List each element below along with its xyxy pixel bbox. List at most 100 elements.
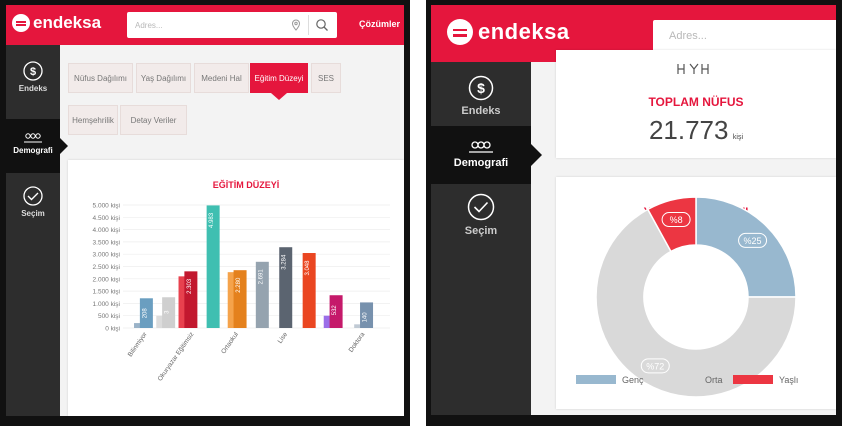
age-ratio-donut-chart: YAŞLI/GENÇ ORANI%25%72%8GençOrtaYaşlı — [576, 196, 798, 398]
solutions-menu[interactable]: Çözümler — [359, 19, 400, 29]
bar-value-label: 208 — [142, 308, 148, 319]
active-arrow — [531, 144, 542, 166]
brand-name: endeksa — [33, 13, 102, 32]
svg-text:$: $ — [477, 80, 485, 96]
location-pin-icon[interactable] — [290, 19, 302, 31]
search-input-right[interactable]: Adres... — [653, 20, 836, 52]
nav-secim[interactable]: Seçim — [6, 185, 60, 218]
legend-swatch — [733, 375, 773, 384]
people-icon — [24, 133, 42, 143]
slice-label-text: %72 — [646, 361, 664, 371]
education-bar-chart: EĞİTİM DÜZEYİ 0 kişi 500 kişi 1.000 kişi 1.5… — [93, 179, 390, 382]
x-tick-label: Ortaokul — [220, 331, 240, 356]
y-tick-label: 4.000 kişi — [93, 227, 120, 234]
tab-hemsehrilik[interactable]: Hemşehrilik — [68, 105, 118, 135]
nav-secim[interactable]: Seçim — [431, 192, 531, 237]
search-placeholder: Adres... — [669, 30, 707, 42]
nav-demografi-label: Demografi — [453, 157, 509, 169]
tab-nufus-dagilimi[interactable]: Nüfus Dağılımı — [68, 63, 133, 93]
legend-swatch — [576, 375, 616, 384]
dollar-circle-icon: $ — [23, 61, 43, 81]
slice-label: %8 — [661, 212, 691, 228]
y-tick-label: 3.000 kişi — [93, 252, 120, 259]
right-app: endeksa Adres... $ Endeks Demografi Seçi… — [431, 5, 836, 415]
nav-secim-label: Seçim — [21, 209, 45, 218]
bar-value-label: 3.048 — [305, 260, 311, 276]
y-tick-label: 3.500 kişi — [93, 239, 120, 246]
brand-logo-right[interactable]: endeksa — [447, 19, 570, 45]
active-tab-arrow — [271, 93, 287, 100]
search-icon[interactable] — [315, 18, 329, 32]
slice-label-text: %8 — [670, 215, 683, 225]
bar-value-label: 3.284 — [282, 254, 288, 270]
x-tick-label: Okuryazar Eğitimsiz — [157, 331, 196, 382]
bar-value-label: 2.303 — [187, 278, 193, 294]
population-value-line: 21.773 kişi — [556, 115, 836, 146]
right-screenshot: endeksa Adres... $ Endeks Demografi Seçi… — [426, 0, 842, 426]
tab-egitim-duzeyi[interactable]: Eğitim Düzeyi — [250, 63, 308, 93]
nav-endeks-label: Endeks — [18, 84, 48, 93]
check-circle-icon — [467, 193, 495, 221]
bar-value-label: 2.691 — [258, 269, 264, 285]
population-unit: kişi — [732, 134, 744, 141]
legend-label: Yaşlı — [779, 375, 798, 385]
bar-value-label: 140 — [363, 312, 369, 323]
nav-endeks[interactable]: $ Endeks — [431, 74, 531, 117]
nav-secim-label: Seçim — [464, 225, 498, 237]
x-tick-label: Bilinmiyor — [127, 330, 149, 358]
slice-label: %72 — [640, 358, 670, 374]
nav-demografi-active[interactable]: Demografi — [431, 126, 542, 184]
y-tick-label: 0 kişi — [105, 326, 120, 333]
y-tick-label: 500 kişi — [98, 313, 120, 320]
search-divider — [308, 15, 309, 35]
tab-yas-dagilimi[interactable]: Yaş Dağılımı — [136, 63, 191, 93]
people-icon — [469, 141, 493, 153]
dollar-circle-icon: $ — [468, 75, 494, 101]
legend-label: Genç — [622, 375, 644, 385]
brand-name: endeksa — [478, 19, 570, 44]
logo-icon — [447, 19, 473, 45]
y-tick-label: 1.000 kişi — [93, 301, 120, 308]
nav-demografi-active[interactable]: Demografi — [6, 119, 68, 173]
x-tick-label: Lise — [277, 331, 290, 345]
legend-label: Orta — [705, 375, 723, 385]
bar-value-label: 2.280 — [236, 277, 242, 293]
left-topbar: endeksa Adres... Çözümler — [6, 5, 404, 45]
slice-label: %25 — [738, 232, 768, 248]
y-tick-label: 1.500 kişi — [93, 289, 120, 296]
y-tick-label: 2.000 kişi — [93, 276, 120, 283]
logo-icon — [12, 14, 30, 32]
tab-detay-veriler[interactable]: Detay Veriler — [120, 105, 187, 135]
tab-ses[interactable]: SES — [311, 63, 341, 93]
nav-demografi: Demografi — [431, 140, 531, 169]
y-tick-label: 5.000 kişi — [93, 203, 120, 210]
tab-medeni-hal[interactable]: Medeni Hal — [194, 63, 249, 93]
right-sidebar: $ Endeks Demografi Seçim — [431, 62, 542, 415]
y-tick-label: 2.500 kişi — [93, 264, 120, 271]
y-tick-label: 4.500 kişi — [93, 215, 120, 222]
population-card: TOPLAM NÜFUS 21.773 kişi — [556, 50, 836, 158]
nav-endeks-label: Endeks — [461, 105, 501, 117]
education-chart-card: EĞİTİM DÜZEYİ 0 kişi 500 kişi 1.000 kişi 1.5… — [68, 160, 404, 416]
check-circle-icon — [23, 186, 43, 206]
left-app: endeksa Adres... Çözümler $ Endeks Demog… — [6, 5, 404, 416]
legend-swatch — [659, 375, 699, 384]
population-value: 21.773 — [648, 115, 729, 145]
bar-value-label: 532 — [332, 305, 338, 316]
slice-label-text: %25 — [744, 236, 762, 246]
brand-logo[interactable]: endeksa — [12, 13, 101, 33]
search-placeholder: Adres... — [135, 20, 163, 30]
x-tick-label: Doktora — [348, 331, 367, 354]
nav-demografi-label: Demografi — [13, 146, 53, 155]
population-title: TOPLAM NÜFUS — [648, 95, 744, 109]
bar-value-label: 4.983 — [209, 212, 215, 228]
nav-endeks[interactable]: $ Endeks — [6, 60, 60, 93]
search-input[interactable]: Adres... — [127, 12, 337, 38]
left-screenshot: endeksa Adres... Çözümler $ Endeks Demog… — [0, 0, 410, 426]
population-icon — [677, 63, 709, 74]
age-ratio-card: YAŞLI/GENÇ ORANI%25%72%8GençOrtaYaşlı — [556, 177, 836, 409]
active-arrow — [60, 138, 68, 154]
left-sidebar: $ Endeks Demografi Seçim — [6, 45, 68, 416]
nav-demografi: Demografi — [6, 132, 60, 155]
svg-text:$: $ — [30, 66, 36, 78]
